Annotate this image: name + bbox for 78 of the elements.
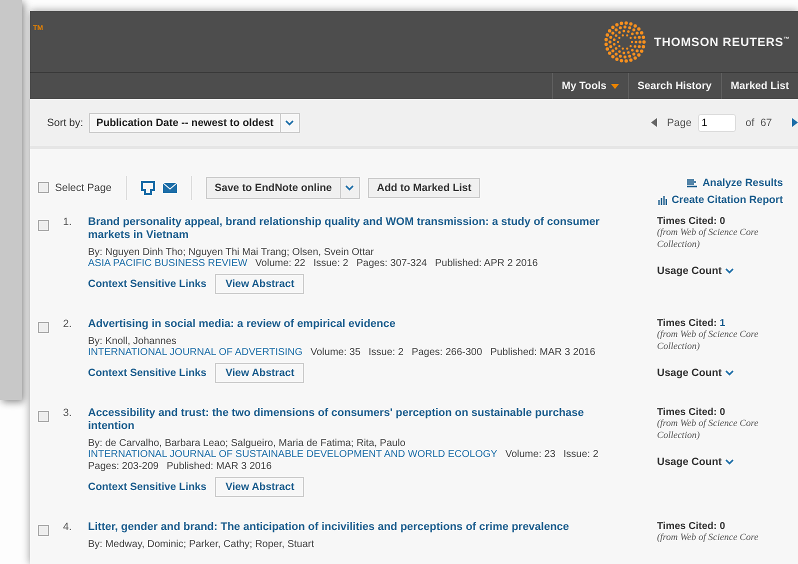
page-total: 67 <box>760 116 772 129</box>
citation-note: Collection) <box>657 341 701 354</box>
bar-chart-icon <box>658 196 667 205</box>
record-detail: Volume: 23 <box>505 449 556 462</box>
sort-label: Sort by: <box>47 116 84 129</box>
checkbox[interactable] <box>38 220 49 232</box>
citation-note: (from Web of Science Core <box>657 329 760 342</box>
citation-report-link[interactable]: Create Citation Report <box>658 194 783 206</box>
times-cited: Times Cited: 0 <box>657 521 726 532</box>
citation-note: (from Web of Science Core <box>657 532 760 544</box>
caret-icon <box>345 184 354 191</box>
logo-icon <box>602 18 648 65</box>
analyze-results-link[interactable]: Analyze Results <box>687 177 783 190</box>
authors: By: Medway, Dominic; Parker, Cathy; Roper, Stuart <box>88 539 316 550</box>
print-icon[interactable] <box>140 180 155 195</box>
record-detail: Pages: 203-209 <box>88 461 159 474</box>
times-cited: Times Cited: 0 <box>657 216 726 228</box>
record-detail: Volume: 35 <box>310 347 361 360</box>
citation-note: (from Web of Science Core <box>657 227 760 240</box>
save-endnote-button[interactable]: Save to EndNote online <box>206 176 360 199</box>
authors: By: Nguyen Dinh Tho; Nguyen Thi Mai Trang; Olsen, Svein Ottar <box>88 247 375 258</box>
record-number: 1. <box>63 216 73 230</box>
journal-link[interactable]: ASIA PACIFIC BUSINESS REVIEW <box>88 258 248 270</box>
checkbox[interactable] <box>38 411 49 422</box>
usage-count-toggle[interactable]: Usage Count <box>657 456 734 468</box>
record-number: 4. <box>63 521 73 536</box>
caret-icon <box>724 370 734 376</box>
caret-icon <box>724 459 734 466</box>
record-title[interactable]: Advertising in social media: a review of empirical evidence <box>88 318 616 332</box>
checkbox[interactable] <box>38 182 49 194</box>
record-number: 3. <box>63 407 73 422</box>
caret-icon <box>285 120 294 126</box>
record-detail: Published: MAR 3 2016 <box>490 347 596 360</box>
brand-name: THOMSON REUTERS$^{™}$ <box>654 34 790 49</box>
record-detail: Pages: 266-300 <box>412 347 482 360</box>
view-abstract-button[interactable]: View Abstract <box>215 477 304 498</box>
journal-link[interactable]: INTERNATIONAL JOURNAL OF ADVERTISING <box>88 347 302 358</box>
previous-icon[interactable] <box>651 118 658 128</box>
list-icon <box>687 178 698 188</box>
context-links[interactable]: Context Sensitive Links <box>88 367 206 380</box>
cited-count-link[interactable]: 1 <box>720 318 726 330</box>
checkbox[interactable] <box>38 525 49 536</box>
record-detail: Published: APR 2 2016 <box>435 258 538 270</box>
next-icon[interactable] <box>792 118 798 128</box>
record-title[interactable]: Accessibility and trust: the two dimensions of consumers' perception on sustainable purchase intention <box>88 407 616 434</box>
citation-note: (from Web of Science Core <box>657 418 760 430</box>
citation-note: Collection) <box>657 239 701 252</box>
email-icon[interactable] <box>162 182 177 193</box>
select-page-label: Select Page <box>55 182 112 194</box>
page-field[interactable]: 1 <box>698 114 736 132</box>
view-abstract-button[interactable]: View Abstract <box>215 274 304 294</box>
record-detail: Issue: 2 <box>368 347 404 360</box>
times-cited: Times Cited: 0 <box>657 407 726 418</box>
sort-dropdown[interactable]: Publication Date -- newest to oldest <box>89 112 300 133</box>
usage-count-toggle[interactable]: Usage Count <box>657 265 734 278</box>
record-number: 2. <box>63 318 73 332</box>
record-detail: Volume: 22 <box>255 258 306 270</box>
times-cited: Times Cited: 1 <box>657 318 726 330</box>
checkbox[interactable] <box>38 322 49 334</box>
add-marked-button[interactable]: Add to Marked List <box>368 178 480 198</box>
caret-icon <box>724 268 734 274</box>
authors: By: de Carvalho, Barbara Leao; Salgueiro, Maria de Fatima; Rita, Paulo <box>88 438 406 450</box>
record-title[interactable]: Brand personality appeal, brand relationship quality and WOM transmission: a study of consumer markets in Vietnam <box>88 216 616 242</box>
citation-note: Collection) <box>657 430 701 442</box>
page-label: Page <box>667 116 692 129</box>
usage-count-toggle[interactable]: Usage Count <box>657 367 734 380</box>
record-detail: Pages: 307-324 <box>356 258 427 270</box>
context-links[interactable]: Context Sensitive Links <box>88 278 206 290</box>
journal-link[interactable]: INTERNATIONAL JOURNAL OF SUSTAINABLE DEVELOPMENT AND WORLD ECOLOGY <box>88 449 498 460</box>
view-abstract-button[interactable]: View Abstract <box>215 363 304 384</box>
record-detail: Issue: 2 <box>563 449 598 462</box>
authors: By: Knoll, Johannes <box>88 336 178 348</box>
context-links[interactable]: Context Sensitive Links <box>88 481 206 494</box>
page-of: of <box>746 116 754 129</box>
record-detail: Published: MAR 3 2016 <box>166 461 272 474</box>
caret-icon <box>610 84 619 89</box>
record-detail: Issue: 2 <box>313 258 348 270</box>
record-title[interactable]: Litter, gender and brand: The anticipation of incivilities and perceptions of crime prevalence <box>88 521 616 534</box>
